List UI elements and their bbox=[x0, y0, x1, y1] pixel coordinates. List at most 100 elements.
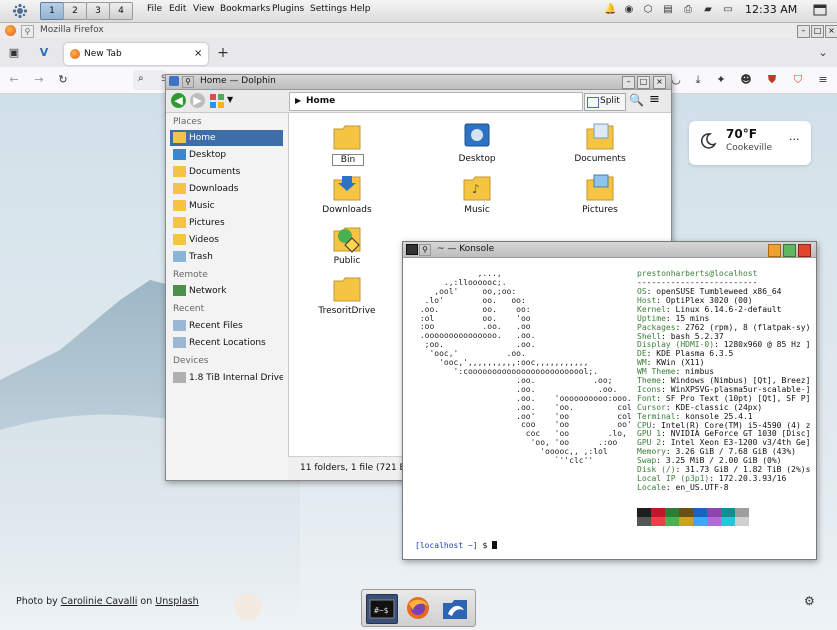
brave-icon[interactable]: ⛉ bbox=[790, 72, 806, 88]
dolphin-icon[interactable] bbox=[440, 594, 470, 622]
info-line: Locale: en_US.UTF-8 bbox=[637, 483, 729, 493]
file-item-public[interactable]: Public bbox=[302, 224, 392, 272]
firefox-icon[interactable] bbox=[403, 594, 433, 622]
view-mode-icon[interactable] bbox=[210, 94, 224, 108]
file-item-music[interactable]: ♪ Music bbox=[432, 173, 522, 221]
menu-edit[interactable]: Edit bbox=[169, 4, 186, 14]
sidebar-item-documents[interactable]: Documents bbox=[170, 164, 283, 180]
minimize-icon[interactable]: – bbox=[622, 76, 635, 89]
sidebar-item-music[interactable]: Music bbox=[170, 198, 283, 214]
minimize-icon[interactable] bbox=[768, 244, 781, 257]
credit-author-link[interactable]: Carolinie Cavalli bbox=[61, 596, 138, 607]
clock[interactable]: 12:33 AM bbox=[745, 3, 797, 16]
sidebar-icon[interactable]: ▣ bbox=[6, 45, 22, 61]
palette-swatch bbox=[693, 508, 707, 517]
menu-settings[interactable]: Settings bbox=[310, 4, 347, 14]
file-item-documents[interactable]: Documents bbox=[555, 122, 645, 170]
tab-new-tab[interactable]: New Tab × bbox=[64, 43, 208, 65]
info-value: : openSUSE Tumbleweed x86_64 bbox=[646, 287, 782, 296]
dolphin-titlebar[interactable]: ⚲ Home — Dolphin – □ × bbox=[166, 75, 671, 90]
app-launcher-icon[interactable] bbox=[12, 3, 28, 19]
konsole-icon[interactable]: #~$ bbox=[366, 594, 398, 624]
window-list-icon[interactable] bbox=[813, 4, 827, 16]
sidebar-item-downloads[interactable]: Downloads bbox=[170, 181, 283, 197]
chevron-down-icon[interactable]: ▼ bbox=[227, 95, 233, 104]
sidebar-item-network[interactable]: Network bbox=[170, 283, 283, 299]
account-icon[interactable]: ☻ bbox=[738, 72, 754, 88]
search-icon[interactable]: 🔍 bbox=[629, 93, 644, 107]
new-tab-icon[interactable]: + bbox=[215, 45, 231, 61]
list-tabs-icon[interactable]: ⌄ bbox=[815, 45, 831, 61]
sidebar-item-desktop[interactable]: Desktop bbox=[170, 147, 283, 163]
bell-icon[interactable]: 🔔 bbox=[604, 4, 616, 16]
file-item-downloads[interactable]: Downloads bbox=[302, 173, 392, 221]
vivaldi-ext-icon[interactable]: V bbox=[36, 45, 52, 61]
menu-help[interactable]: Help bbox=[350, 4, 371, 14]
menu-plugins[interactable]: Plugins bbox=[272, 4, 304, 14]
forward-icon[interactable]: → bbox=[31, 72, 47, 88]
shell-prompt[interactable]: [localhost ~] $ bbox=[415, 541, 498, 551]
close-icon[interactable]: × bbox=[825, 25, 837, 38]
maximize-icon[interactable] bbox=[783, 244, 796, 257]
reload-icon[interactable]: ↻ bbox=[55, 72, 71, 88]
virtual-desktop-1[interactable]: 1 bbox=[40, 2, 64, 20]
split-button[interactable]: Split bbox=[584, 93, 626, 111]
file-item-desktop[interactable]: Desktop bbox=[432, 122, 522, 170]
credit-site-link[interactable]: Unsplash bbox=[155, 596, 198, 607]
pin-icon[interactable]: ⚲ bbox=[182, 76, 194, 88]
sidebar-item-recent-files[interactable]: Recent Files bbox=[170, 318, 283, 334]
konsole-titlebar[interactable]: ⚲ ~ — Konsole bbox=[403, 242, 816, 258]
info-value: : KDE-classic (24px) bbox=[665, 402, 763, 412]
close-icon[interactable] bbox=[798, 244, 811, 257]
sidebar-item-videos[interactable]: Videos bbox=[170, 232, 283, 248]
ascii-line: `''clc'' bbox=[415, 456, 594, 466]
file-icon[interactable]: ▤ bbox=[662, 4, 674, 16]
clipboard-icon[interactable]: ▰ bbox=[702, 4, 714, 16]
url-bar[interactable]: ⌕ S bbox=[133, 70, 167, 90]
extensions-icon[interactable]: ✦ bbox=[713, 72, 729, 88]
close-icon[interactable]: × bbox=[653, 76, 666, 89]
menu-bookmarks[interactable]: Bookmarks bbox=[220, 4, 270, 14]
breadcrumb[interactable]: ▶ Home bbox=[289, 92, 583, 111]
split-label: Split bbox=[600, 96, 620, 106]
shield-icon[interactable]: ◉ bbox=[623, 4, 635, 16]
hamburger-menu-icon[interactable]: ≡ bbox=[649, 92, 660, 107]
menu-file[interactable]: File bbox=[147, 4, 162, 14]
sidebar-item-home[interactable]: Home bbox=[170, 130, 283, 146]
package-icon[interactable]: ⬡ bbox=[642, 4, 654, 16]
virtual-desktop-4[interactable]: 4 bbox=[109, 2, 133, 20]
minimize-icon[interactable]: – bbox=[797, 25, 810, 38]
breadcrumb-home[interactable]: Home bbox=[306, 96, 335, 106]
weather-more-button[interactable]: ··· bbox=[789, 133, 800, 146]
pin-icon[interactable]: ⚲ bbox=[419, 244, 431, 256]
file-item-pictures[interactable]: Pictures bbox=[555, 173, 645, 221]
terminal-area[interactable]: ,..., .,:lloooooc;. ,ool' oo,;oo: .lo' o… bbox=[403, 258, 816, 558]
menu-icon[interactable]: ≡ bbox=[815, 72, 831, 88]
tab-close-icon[interactable]: × bbox=[194, 48, 202, 59]
file-item-bin[interactable]: Bin bbox=[302, 122, 392, 170]
ublock-icon[interactable]: ⛊ bbox=[764, 72, 780, 88]
downloads-icon[interactable]: ⤓ bbox=[690, 72, 706, 88]
virtual-desktop-3[interactable]: 3 bbox=[86, 2, 110, 20]
sidebar-item-trash[interactable]: Trash bbox=[170, 249, 283, 265]
monitor-icon[interactable]: ▭ bbox=[722, 4, 734, 16]
weather-widget[interactable]: 70°F Cookeville ··· bbox=[689, 121, 811, 165]
virtual-desktop-2[interactable]: 2 bbox=[63, 2, 87, 20]
back-icon[interactable]: ← bbox=[6, 72, 22, 88]
sidebar-item-recent-locations[interactable]: Recent Locations bbox=[170, 335, 283, 351]
palette-swatch bbox=[707, 508, 721, 517]
pin-icon[interactable]: ⚲ bbox=[21, 25, 34, 38]
folder-videos-icon bbox=[173, 234, 186, 245]
info-key: Disk (/) bbox=[637, 465, 676, 474]
back-icon[interactable]: ◀ bbox=[171, 93, 186, 108]
printer-icon[interactable]: ⎙ bbox=[682, 4, 694, 16]
maximize-icon[interactable]: □ bbox=[811, 25, 824, 38]
menu-view[interactable]: View bbox=[193, 4, 214, 14]
sidebar-item-pictures[interactable]: Pictures bbox=[170, 215, 283, 231]
section-places: Places bbox=[173, 117, 202, 127]
maximize-icon[interactable]: □ bbox=[637, 76, 650, 89]
forward-icon[interactable]: ▶ bbox=[190, 93, 205, 108]
file-item-tresoritdrive[interactable]: TresoritDrive bbox=[302, 274, 392, 322]
sidebar-item-internal-drive[interactable]: 1.8 TiB Internal Drive ... bbox=[170, 370, 283, 386]
settings-gear-icon[interactable]: ⚙ bbox=[804, 594, 815, 608]
